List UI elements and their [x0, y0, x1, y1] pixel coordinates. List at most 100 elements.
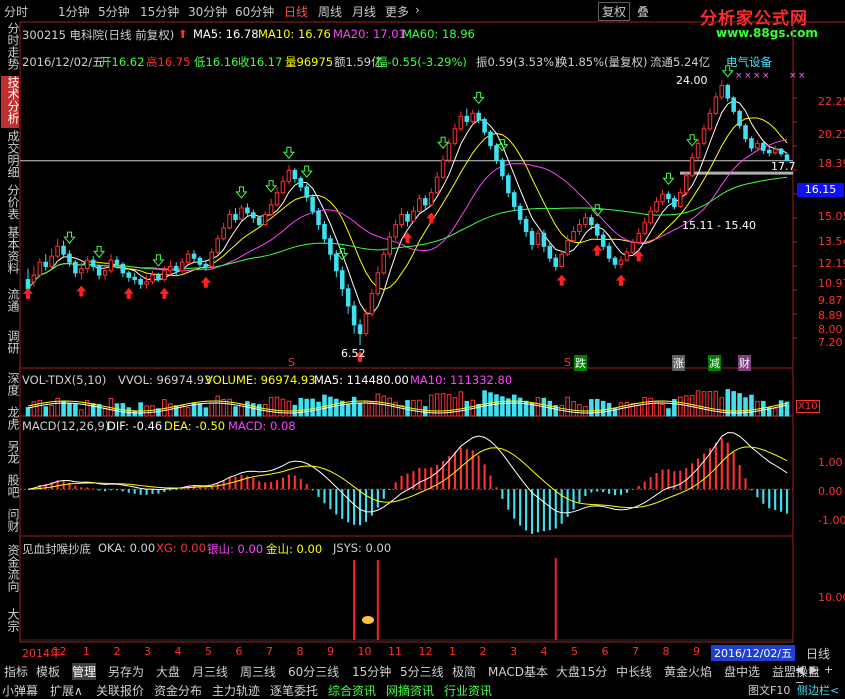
indicator-jinshan: 金山: 0.00 [266, 542, 323, 556]
ma5-label: MA5: 16.78 [193, 27, 259, 41]
volume-bar [31, 401, 37, 417]
info-tab-3[interactable]: 资金分布 [154, 682, 202, 699]
candle-body [25, 279, 31, 290]
candle-body [440, 159, 446, 178]
bottom-tab-13[interactable]: 中长线 [616, 663, 652, 680]
volume-bar [102, 408, 108, 417]
quote-float: 流通5.24亿 [650, 55, 711, 69]
info-tab-5[interactable]: 逐笔委托 [270, 682, 318, 699]
event-label-jian[interactable]: 减 [708, 355, 721, 371]
candle-body [245, 207, 250, 214]
volume-bar [96, 404, 102, 417]
candle-body [405, 213, 410, 222]
indicator-title: 见血封喉抄底 [22, 542, 91, 556]
sell-arrow-icon [437, 136, 450, 149]
bottom-tab-8[interactable]: 15分钟 [352, 663, 391, 680]
candle-body [328, 238, 333, 255]
event-label-s[interactable]: S [288, 356, 295, 369]
bottom-tab-5[interactable]: 月三线 [192, 663, 228, 680]
chart-canvas[interactable]: × × × × × × [0, 0, 845, 699]
candle-body [179, 261, 185, 272]
candle-body [79, 268, 84, 274]
bottom-tab-11[interactable]: MACD基本 [488, 663, 548, 680]
candle-body [500, 159, 505, 177]
quote-turn: 换1.85%(量复权) [556, 55, 648, 69]
price-tick: 18.39 [818, 157, 845, 170]
volume-bar [701, 391, 707, 417]
candle-body [322, 224, 327, 240]
info-tab-2[interactable]: 关联报价 [96, 682, 144, 699]
candle-body [67, 253, 72, 263]
candle-body [464, 115, 470, 122]
time-tick: 2 [113, 645, 121, 658]
bottom-tab-10[interactable]: 极简 [452, 663, 476, 680]
candle-body [594, 224, 600, 236]
bottom-tab-3[interactable]: 另存为 [108, 663, 144, 680]
candle-body [239, 207, 244, 220]
candle-body [156, 274, 161, 281]
candle-body [357, 324, 363, 335]
bottom-tab-6[interactable]: 周三线 [240, 663, 276, 680]
signal-mark-icon: × [798, 71, 806, 81]
info-tab-7[interactable]: 网摘资讯 [386, 682, 434, 699]
volume-bar [286, 400, 292, 417]
candle-body [470, 112, 476, 122]
bottom-tab-14[interactable]: 黄金火焰 [664, 663, 712, 680]
vol-ma5-label: MA5: 114480.00 [314, 373, 409, 387]
info-tab-0[interactable]: 小弹幕 [2, 682, 38, 699]
bottom-tab-4[interactable]: 大盘 [156, 663, 180, 680]
macd-tick: -1.00 [818, 514, 845, 527]
candle-body [55, 245, 60, 257]
volume-bar [280, 398, 286, 417]
volume-bar [381, 395, 387, 417]
macd-value: MACD: 0.08 [228, 419, 296, 433]
volume-bar [565, 396, 570, 417]
time-tick: 11 [388, 645, 402, 658]
scroll-arrows[interactable]: ◀▶+− [795, 663, 845, 689]
volume-bar [689, 395, 695, 417]
price-tick: 20.23 [818, 128, 845, 141]
info-tab-8[interactable]: 行业资讯 [444, 682, 492, 699]
event-label-cai[interactable]: 财 [738, 355, 751, 371]
bottom-tab-0[interactable]: 指标 [4, 663, 28, 680]
vol-title: VOL-TDX(5,10) [22, 373, 107, 387]
volume-bar [725, 389, 731, 417]
volume-bar [375, 393, 381, 417]
bottom-tab-7[interactable]: 60分三线 [288, 663, 339, 680]
bottom-tab-15[interactable]: 盘中选 [724, 663, 760, 680]
volume-bar [304, 398, 309, 417]
candle-body [571, 231, 576, 242]
bottom-tab-1[interactable]: 模板 [36, 663, 60, 680]
candle-body [144, 281, 149, 285]
macd-tick: 1.00 [818, 456, 843, 469]
bottom-tab-2[interactable]: 管理 [72, 663, 97, 680]
event-label-s[interactable]: S [564, 356, 571, 369]
sell-arrow-icon [282, 146, 295, 160]
event-label-zhang[interactable]: 涨 [672, 355, 685, 371]
sector-label[interactable]: 电气设备 [726, 54, 772, 70]
bottom-tab-9[interactable]: 5分三线 [400, 663, 444, 680]
info-tab-4[interactable]: 主力轨迹 [212, 682, 260, 699]
volume-bar [73, 404, 78, 417]
info-tab-1[interactable]: 扩展∧ [50, 682, 83, 699]
bottom-tab-12[interactable]: 大盘15分 [556, 663, 607, 680]
volume-bar [589, 399, 594, 417]
candle-body [43, 261, 49, 267]
volume-bar [274, 396, 280, 417]
event-label-die[interactable]: 跌 [574, 355, 587, 371]
volume-bar [511, 394, 517, 417]
info-tab-6[interactable]: 综合资讯 [328, 682, 376, 699]
candle-body [37, 261, 43, 276]
sell-arrow-icon [662, 172, 675, 186]
period-indicator: 日线 [806, 647, 831, 661]
candle-body [126, 272, 132, 278]
candle-body [114, 259, 120, 265]
signal-mark-icon: × [789, 71, 797, 81]
f10-button[interactable]: 图文F10 [748, 682, 790, 698]
volume-bar [660, 404, 665, 417]
macd-dea: DEA: -0.50 [164, 419, 226, 433]
candle-body [162, 270, 167, 281]
candle-body [339, 270, 345, 290]
volume-label: VOLUME: 96974.93 [205, 373, 316, 387]
candle-body [529, 231, 535, 245]
